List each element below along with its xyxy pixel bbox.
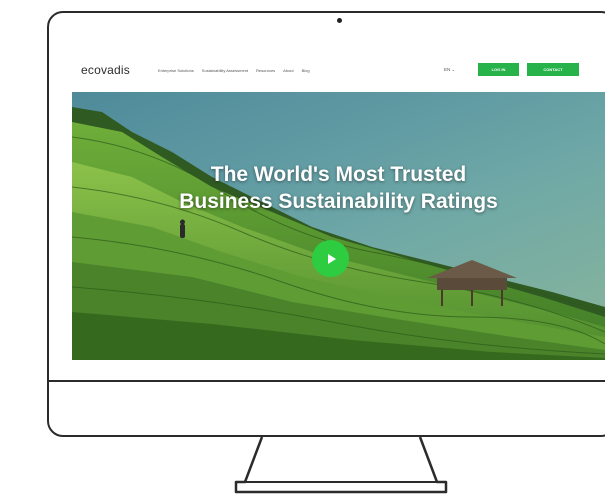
monitor-stand: [234, 436, 448, 494]
